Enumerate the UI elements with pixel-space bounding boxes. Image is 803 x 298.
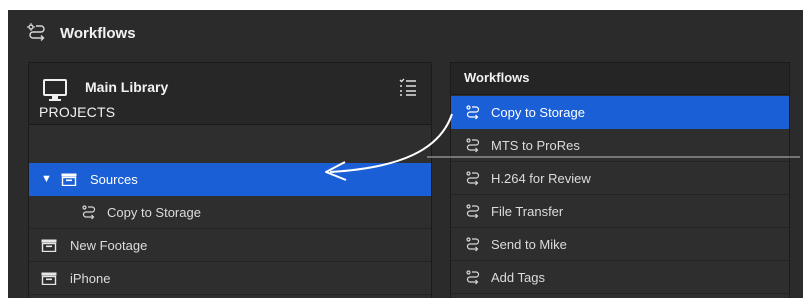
- event-box-icon: [41, 239, 57, 252]
- workflow-item-h264-for-review[interactable]: H.264 for Review: [451, 162, 789, 195]
- list-settings-icon[interactable]: [398, 77, 418, 97]
- monitor-icon: [43, 79, 67, 101]
- workflow-icon: [82, 205, 96, 220]
- disclosure-triangle-icon[interactable]: ▼: [41, 173, 52, 185]
- workflow-item-copy-to-storage[interactable]: Copy to Storage: [451, 96, 789, 129]
- library-header: Main Library PROJECTS: [29, 63, 431, 125]
- library-name[interactable]: Main Library: [85, 79, 168, 95]
- event-label: New Footage: [70, 237, 148, 253]
- workflow-row-copy-to-storage[interactable]: Copy to Storage: [29, 196, 431, 229]
- event-label: Sources: [90, 171, 138, 187]
- event-box-icon: [61, 173, 77, 186]
- workflow-icon: [466, 270, 480, 285]
- workflow-icon: [466, 204, 480, 219]
- workflows-header: Workflows: [451, 63, 789, 95]
- event-row-sources[interactable]: ▼ Sources: [29, 163, 431, 196]
- workflow-icon: [466, 237, 480, 252]
- workflow-label: Copy to Storage: [491, 104, 585, 120]
- workflows-panel: Workflows Copy to Storage MTS to ProRes: [450, 62, 790, 298]
- workflow-item-send-to-mike[interactable]: Send to Mike: [451, 228, 789, 261]
- event-label: iPhone: [70, 270, 111, 286]
- workflow-label: H.264 for Review: [491, 170, 591, 186]
- workflow-item-file-transfer[interactable]: File Transfer: [451, 195, 789, 228]
- workflow-icon: [466, 171, 480, 186]
- workflows-window: Workflows Main Library PROJECTS ▼ Source…: [8, 10, 803, 298]
- event-row-new-footage[interactable]: New Footage: [29, 229, 431, 262]
- workflow-label: Copy to Storage: [107, 204, 201, 220]
- window-title: Workflows: [60, 24, 136, 42]
- window-title-bar: Workflows: [8, 10, 803, 56]
- workflow-icon: [466, 105, 480, 120]
- projects-section-label: PROJECTS: [39, 104, 116, 120]
- workflow-label: Send to Mike: [491, 236, 567, 252]
- library-panel: Main Library PROJECTS ▼ Sources Copy to …: [28, 62, 432, 298]
- workflow-label: MTS to ProRes: [491, 137, 580, 153]
- workflow-label: File Transfer: [491, 203, 564, 219]
- workflow-icon: [27, 23, 45, 41]
- event-row-iphone[interactable]: iPhone: [29, 262, 431, 295]
- event-box-icon: [41, 272, 57, 285]
- workflow-item-mts-to-prores[interactable]: MTS to ProRes: [451, 129, 789, 162]
- workflow-label: Add Tags: [491, 269, 545, 285]
- workflow-icon: [466, 138, 480, 153]
- workflow-item-add-tags[interactable]: Add Tags: [451, 261, 789, 294]
